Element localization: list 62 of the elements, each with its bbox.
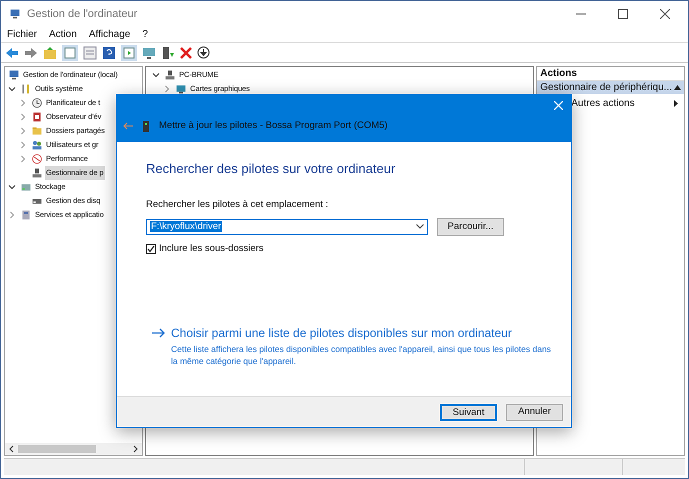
expand-chevron-icon[interactable] — [163, 85, 172, 93]
menu-item[interactable]: Action — [49, 27, 77, 42]
scroll-right-icon[interactable] — [133, 445, 140, 453]
expand-chevron-icon[interactable] — [19, 141, 27, 149]
display-icon — [175, 83, 188, 95]
dialog-heading: Rechercher des pilotes sur votre ordinateur — [146, 160, 396, 178]
expand-chevron-icon[interactable] — [19, 113, 27, 121]
clock-icon — [31, 97, 43, 109]
menu-item[interactable]: Fichier — [7, 27, 38, 42]
actions-group-header[interactable]: Gestionnaire de périphériqu... — [537, 81, 684, 94]
properties-icon[interactable] — [83, 46, 97, 60]
monitor-icon[interactable] — [142, 46, 156, 60]
expand-chevron-icon[interactable] — [19, 99, 27, 107]
services-icon — [20, 209, 32, 221]
update-driver-icon[interactable] — [161, 46, 175, 60]
log-icon — [31, 111, 43, 123]
collapse-chevron-icon[interactable] — [152, 71, 160, 79]
expand-chevron-icon[interactable] — [19, 127, 27, 135]
menu-item[interactable]: ? — [142, 27, 148, 42]
device-icon — [143, 120, 149, 132]
device-icon — [164, 69, 176, 81]
dialog-title: Mettre à jour les pilotes - Bossa Program Port (COM5) — [159, 119, 388, 133]
driver-list-link[interactable]: Choisir parmi une liste de pilotes disponibles sur mon ordinateur — [171, 324, 556, 342]
browse-button[interactable]: Parcourir... — [437, 218, 504, 236]
checkbox-label: Inclure les sous-dossiers — [159, 242, 264, 256]
dialog-button[interactable]: Annuler — [506, 404, 563, 420]
include-subfolders-checkbox[interactable] — [146, 244, 156, 254]
maximize-icon[interactable] — [618, 9, 628, 19]
gauge-icon — [31, 153, 43, 165]
help-icon[interactable] — [102, 46, 116, 60]
menu-item[interactable]: Affichage — [88, 27, 130, 42]
back-arrow-icon[interactable] — [5, 46, 19, 58]
tools-icon — [20, 83, 32, 95]
folder-icon — [31, 125, 43, 137]
action-pane-icon[interactable] — [121, 44, 137, 60]
collapse-chevron-icon[interactable] — [8, 85, 16, 93]
collapse-triangle-icon[interactable] — [674, 85, 681, 90]
collapse-chevron-icon[interactable] — [8, 183, 16, 191]
close-icon[interactable] — [660, 9, 670, 19]
location-label: Rechercher les pilotes à cet emplacement : — [146, 198, 330, 212]
scroll-left-icon[interactable] — [8, 445, 14, 453]
delete-icon[interactable] — [180, 46, 192, 58]
dialog-button[interactable]: Suivant — [440, 404, 497, 420]
link-description: Cette liste affichera les pilotes disponibles compatibles avec l'appareil, ainsi que tous les pilotes dans la même catégorie que l'appareil. — [171, 343, 552, 367]
device-icon — [31, 167, 43, 179]
expand-chevron-icon[interactable] — [19, 155, 27, 163]
location-combobox[interactable]: F:\kryoflux\driver — [146, 218, 428, 235]
folder-up-icon[interactable] — [43, 46, 57, 60]
download-icon[interactable] — [197, 46, 210, 59]
horizontal-scrollbar[interactable] — [5, 443, 142, 455]
right-arrow-icon[interactable] — [152, 328, 165, 338]
dropdown-chevron-icon[interactable] — [416, 224, 424, 230]
submenu-triangle-icon — [674, 100, 678, 106]
action-item[interactable]: Autres actions — [537, 95, 684, 111]
storage-icon — [20, 181, 32, 193]
window-title: Gestion de l'ordinateur — [27, 6, 138, 22]
computer-icon — [9, 8, 21, 20]
computer-icon — [8, 69, 20, 81]
users-icon — [31, 139, 43, 151]
expand-chevron-icon[interactable] — [8, 211, 16, 219]
forward-arrow-icon[interactable] — [24, 46, 38, 58]
tree-pane-icon[interactable] — [62, 44, 78, 60]
